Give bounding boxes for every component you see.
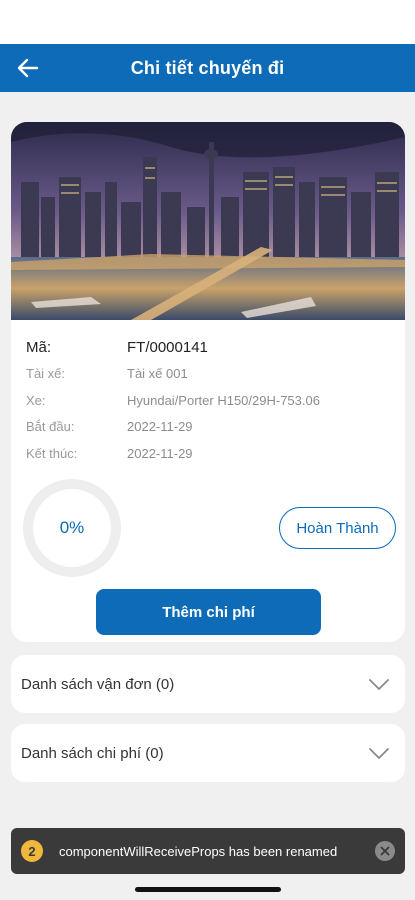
trip-code-value: FT/0000141 <box>127 338 208 356</box>
orders-accordion[interactable]: Danh sách vận đơn (0) <box>11 655 405 713</box>
status-bar <box>0 0 415 44</box>
end-date-label: Kết thúc: <box>26 445 78 461</box>
chevron-down-icon <box>369 748 389 759</box>
vehicle-row: Xe: Hyundai/Porter H150/29H-753.06 <box>26 387 396 414</box>
close-icon <box>380 846 390 856</box>
progress-percent: 0% <box>59 518 85 537</box>
trip-info: Mã: FT/0000141 Tài xế: Tài xế 001 Xe: Hy… <box>26 334 396 467</box>
costs-accordion[interactable]: Danh sách chi phí (0) <box>11 724 405 782</box>
page-title: Chi tiết chuyến đi <box>130 57 285 78</box>
vehicle-value: Hyundai/Porter H150/29H-753.06 <box>127 392 320 408</box>
warning-toast[interactable]: 2 componentWillReceiveProps has been ren… <box>11 828 405 874</box>
arrow-left-icon <box>17 58 39 78</box>
complete-button[interactable]: Hoàn Thành <box>279 507 396 549</box>
warning-count-badge: 2 <box>21 840 43 862</box>
vehicle-label: Xe: <box>26 392 46 408</box>
end-date-value: 2022-11-29 <box>127 445 193 461</box>
app-header: Chi tiết chuyến đi <box>0 44 415 92</box>
back-button[interactable] <box>14 54 42 82</box>
warning-message: componentWillReceiveProps has been renam… <box>59 843 338 859</box>
start-date-value: 2022-11-29 <box>127 419 193 435</box>
toast-close-button[interactable] <box>375 841 395 861</box>
add-cost-button[interactable]: Thêm chi phí <box>96 589 321 635</box>
start-date-row: Bắt đầu: 2022-11-29 <box>26 414 396 441</box>
driver-value: Tài xế 001 <box>127 366 188 382</box>
progress-ring: 0% <box>22 478 122 578</box>
end-date-row: Kết thúc: 2022-11-29 <box>26 440 396 467</box>
trip-code-label: Mã: <box>26 338 52 356</box>
home-indicator <box>135 887 281 892</box>
costs-accordion-label: Danh sách chi phí (0) <box>21 744 164 762</box>
orders-accordion-label: Danh sách vận đơn (0) <box>21 675 175 693</box>
start-date-label: Bắt đầu: <box>26 419 75 435</box>
driver-label: Tài xế: <box>26 366 66 382</box>
chevron-down-icon <box>369 679 389 690</box>
driver-row: Tài xế: Tài xế 001 <box>26 361 396 388</box>
trip-code-row: Mã: FT/0000141 <box>26 334 396 361</box>
city-skyline-image <box>11 122 405 320</box>
